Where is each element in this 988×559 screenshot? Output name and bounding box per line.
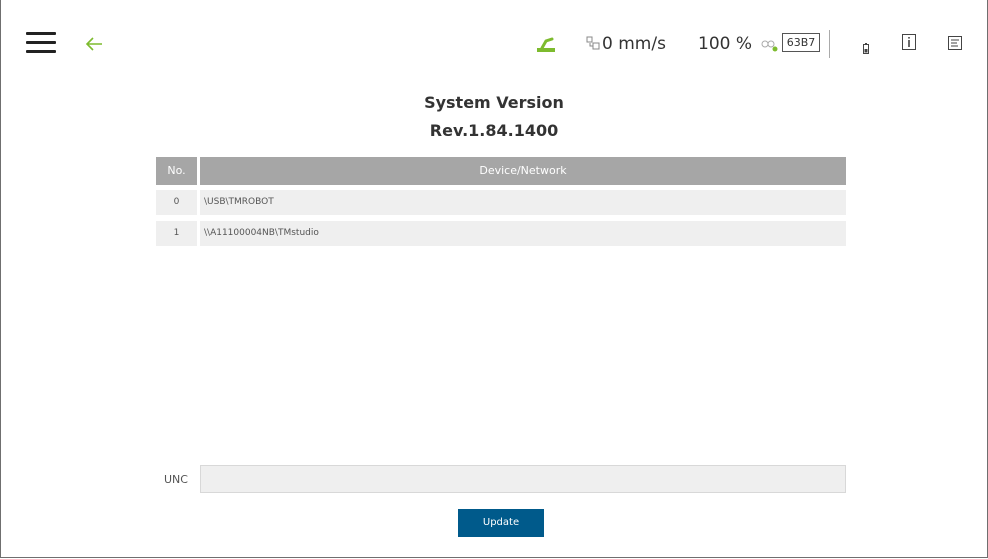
unc-input[interactable] — [200, 465, 846, 493]
robot-arm-icon — [535, 33, 557, 53]
row-device: \USB\TMROBOT — [200, 190, 846, 215]
column-header-device: Device/Network — [200, 157, 846, 185]
table-row[interactable]: 1 \\A11100004NB\TMstudio — [156, 221, 846, 246]
row-number: 0 — [156, 190, 197, 215]
page-title: System Version — [424, 93, 564, 112]
row-number: 1 — [156, 221, 197, 246]
top-bar: 0 mm/s 100 % 63B7 — [0, 0, 988, 86]
speed-readout: 0 mm/s — [602, 34, 666, 54]
speed-percent: 100 % — [698, 34, 753, 54]
speed-icon — [586, 35, 600, 50]
column-header-no: No. — [156, 157, 197, 185]
table-header: No. Device/Network — [156, 157, 846, 185]
back-arrow-icon[interactable] — [84, 34, 104, 54]
divider — [829, 30, 830, 58]
log-icon[interactable] — [948, 35, 962, 50]
row-device: \\A11100004NB\TMstudio — [200, 221, 846, 246]
unc-label: UNC — [164, 473, 188, 486]
battery-icon[interactable] — [863, 39, 869, 54]
code-badge[interactable]: 63B7 — [782, 33, 820, 52]
hamburger-menu-icon[interactable] — [26, 32, 56, 54]
connection-icon — [761, 37, 779, 52]
table-row[interactable]: 0 \USB\TMROBOT — [156, 190, 846, 215]
update-button[interactable]: Update — [458, 509, 544, 537]
revision-label: Rev.1.84.1400 — [429, 121, 559, 140]
info-icon[interactable] — [902, 34, 916, 50]
